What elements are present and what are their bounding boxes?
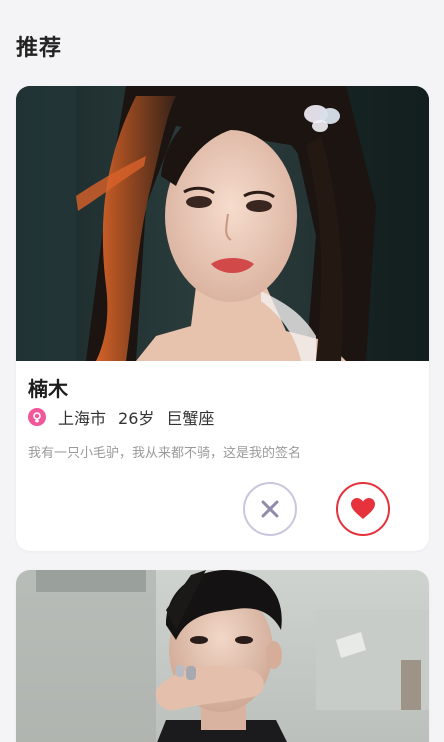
page-title: 推荐 <box>16 36 63 61</box>
profile-zodiac: 巨蟹座 <box>166 409 215 428</box>
recommend-page: 推荐 楠木 上海市 26岁 巨蟹座 我有一只小毛驴，我从来都不骑，这是我的签名 <box>0 0 444 742</box>
profile-card[interactable]: 楠木 上海市 26岁 巨蟹座 我有一只小毛驴，我从来都不骑，这是我的签名 <box>16 86 429 551</box>
profile-photo[interactable] <box>16 570 429 742</box>
profile-city: 上海市 <box>58 409 107 428</box>
like-button[interactable] <box>336 482 390 536</box>
profile-photo[interactable] <box>16 86 429 361</box>
heart-icon <box>351 498 375 519</box>
dislike-button[interactable] <box>243 482 297 536</box>
profile-age: 26岁 <box>118 409 155 428</box>
profile-signature: 我有一只小毛驴，我从来都不骑，这是我的签名 <box>28 446 302 461</box>
profile-name: 楠木 <box>28 377 68 401</box>
female-icon <box>28 408 46 426</box>
profile-card[interactable] <box>16 570 429 742</box>
close-icon <box>261 500 279 518</box>
profile-meta: 上海市 26岁 巨蟹座 <box>28 406 226 428</box>
